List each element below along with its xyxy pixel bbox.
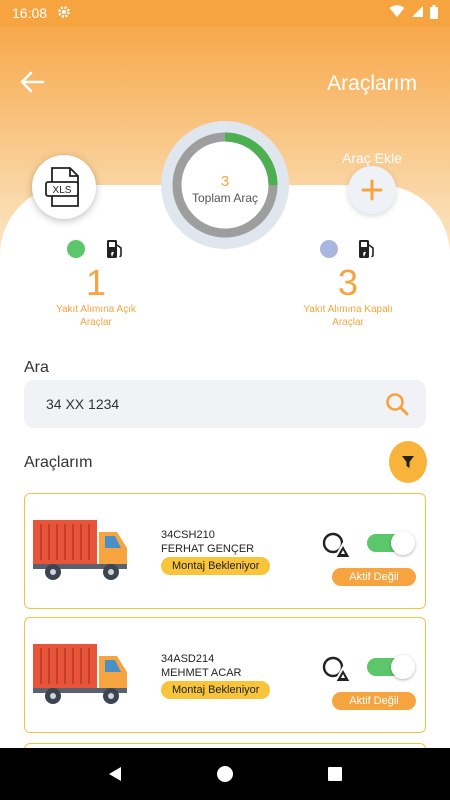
add-vehicle-label: Araç Ekle (342, 150, 402, 166)
vehicle-plate: 34ASD214 (161, 653, 215, 665)
xls-label: XLS (53, 185, 72, 196)
arrow-left-icon (20, 71, 45, 93)
open-vehicles-caption-1: Yakıt Alımına Açık (56, 304, 136, 315)
vehicle-card[interactable]: 34ASD214 MEHMET ACAR Montaj Bekleniyor A… (24, 617, 426, 733)
status-dot-green (67, 240, 85, 258)
status-pill: Aktif Değil (332, 568, 416, 586)
total-vehicles-label: Toplam Araç (191, 191, 259, 205)
closed-vehicles-count: 3 (337, 262, 359, 303)
truck-icon (33, 644, 129, 711)
montaj-badge: Montaj Bekleniyor (161, 557, 271, 575)
nav-home-button[interactable] (205, 754, 245, 794)
fuel-pump-icon (358, 239, 376, 264)
search-icon[interactable] (384, 391, 410, 417)
vehicle-card[interactable]: 34CSH210 FERHAT GENÇER Montaj Bekleniyor… (24, 493, 426, 609)
open-vehicles-caption-2: Araçlar (80, 317, 112, 328)
fuel-pump-icon (106, 239, 124, 264)
wifi-icon (389, 5, 405, 21)
settings-gear-icon (57, 5, 71, 22)
signal-icon (411, 5, 424, 21)
filter-button[interactable] (389, 441, 427, 483)
recents-square-icon (328, 767, 342, 781)
battery-icon (430, 4, 438, 22)
system-nav-bar (0, 748, 450, 800)
page-title: Araçlarım (327, 72, 417, 95)
total-vehicles-gauge: 3 Toplam Araç (161, 121, 289, 249)
fuel-toggle[interactable] (367, 655, 415, 679)
plus-icon (361, 179, 383, 201)
total-vehicles-count: 3 (220, 173, 230, 190)
status-pill: Aktif Değil (332, 692, 416, 710)
back-triangle-icon (109, 767, 121, 781)
nav-recents-button[interactable] (315, 754, 355, 794)
truck-icon (33, 520, 129, 587)
search-input[interactable] (46, 396, 384, 412)
add-vehicle-button[interactable] (348, 166, 396, 214)
filter-icon (402, 456, 414, 468)
montaj-badge: Montaj Bekleniyor (161, 681, 271, 699)
device-signal-icon (321, 654, 355, 689)
vehicles-list-title: Araçlarım (24, 454, 93, 471)
search-box (24, 380, 426, 428)
fuel-toggle[interactable] (367, 531, 415, 555)
xls-file-icon: XLS (45, 167, 79, 207)
search-label: Ara (24, 359, 49, 376)
vehicle-plate: 34CSH210 (161, 529, 215, 541)
device-signal-icon (321, 530, 355, 565)
closed-vehicles-caption-1: Yakıt Alımına Kapalı (303, 304, 393, 315)
status-dot-blue (320, 240, 338, 258)
status-time: 16:08 (12, 5, 48, 21)
toggle-knob (391, 531, 415, 555)
home-circle-icon (217, 766, 233, 782)
toggle-knob (391, 655, 415, 679)
vehicle-owner: FERHAT GENÇER (161, 543, 255, 555)
vehicle-owner: MEHMET ACAR (161, 667, 242, 679)
status-bar: 16:08 (0, 0, 450, 26)
back-button[interactable] (16, 66, 48, 98)
xls-export-button[interactable]: XLS (32, 155, 96, 219)
open-vehicles-count: 1 (85, 262, 107, 303)
closed-vehicles-caption-2: Araçlar (332, 317, 364, 328)
nav-back-button[interactable] (95, 754, 135, 794)
